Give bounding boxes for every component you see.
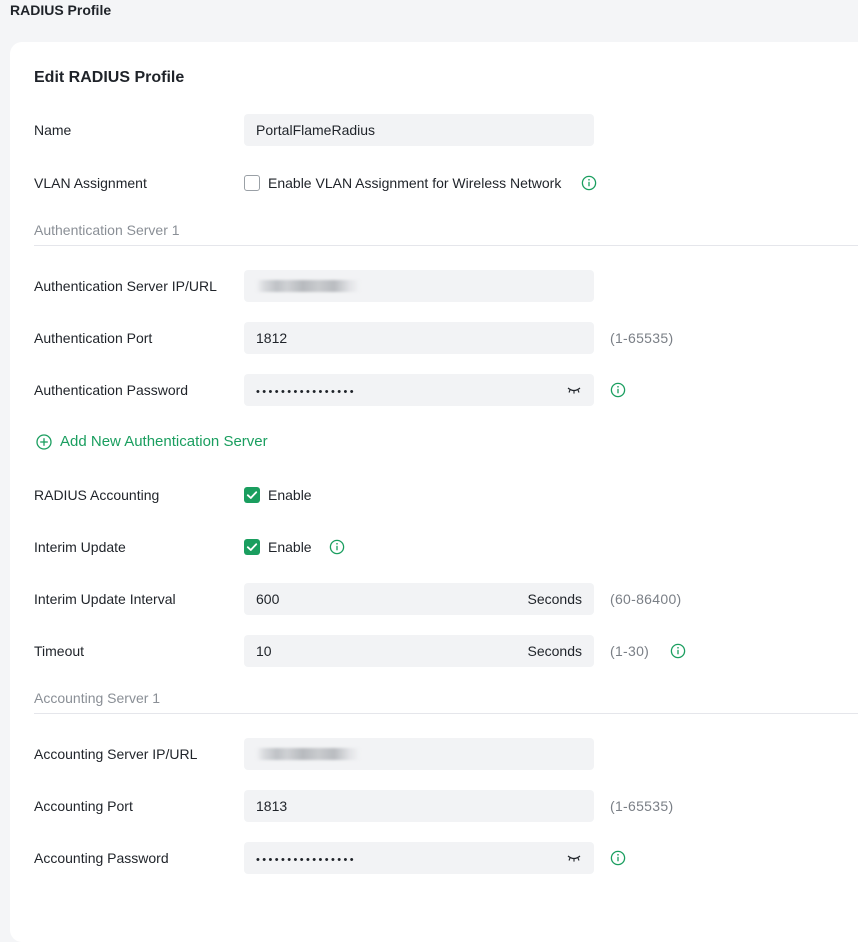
acct-password-row: Accounting Password •••••••••••••••• <box>10 842 858 874</box>
vlan-assignment-label: VLAN Assignment <box>34 175 147 191</box>
auth-port-range: (1-65535) <box>610 330 674 346</box>
timeout-row: Timeout 10 Seconds (1-30) <box>10 635 858 667</box>
vlan-assignment-checkbox[interactable] <box>244 175 260 191</box>
eye-closed-icon[interactable] <box>566 384 582 396</box>
auth-port-label: Authentication Port <box>34 330 153 346</box>
vlan-assignment-checkbox-label[interactable]: Enable VLAN Assignment for Wireless Netw… <box>268 167 561 199</box>
redacted-value <box>256 748 360 760</box>
interim-update-row: Interim Update Enable <box>10 531 858 563</box>
name-row: Name PortalFlameRadius <box>10 114 858 146</box>
auth-password-input[interactable]: •••••••••••••••• <box>244 374 594 406</box>
acct-section-divider <box>34 713 858 714</box>
checkmark-icon <box>246 491 258 499</box>
interim-update-interval-unit: Seconds <box>527 591 582 607</box>
eye-closed-icon[interactable] <box>566 852 582 864</box>
auth-port-input[interactable]: 1812 <box>244 322 594 354</box>
radius-accounting-row: RADIUS Accounting Enable <box>10 479 858 511</box>
auth-server-ip-input[interactable] <box>244 270 594 302</box>
add-auth-server-label: Add New Authentication Server <box>60 433 268 450</box>
interim-update-interval-label: Interim Update Interval <box>34 591 176 607</box>
checkmark-icon <box>246 543 258 551</box>
auth-server-ip-label: Authentication Server IP/URL <box>34 278 217 294</box>
interim-update-interval-row: Interim Update Interval 600 Seconds (60-… <box>10 583 858 615</box>
radius-accounting-checkbox-label[interactable]: Enable <box>268 479 312 511</box>
timeout-label: Timeout <box>34 643 85 659</box>
auth-password-label: Authentication Password <box>34 382 189 398</box>
interim-update-interval-value: 600 <box>256 591 280 607</box>
acct-section-title: Accounting Server 1 <box>34 690 161 706</box>
acct-port-range: (1-65535) <box>610 798 674 814</box>
timeout-value: 10 <box>256 643 272 659</box>
add-auth-server-button[interactable]: Add New Authentication Server <box>36 426 268 458</box>
redacted-value <box>256 280 360 292</box>
radius-accounting-label: RADIUS Accounting <box>34 487 160 503</box>
acct-password-value: •••••••••••••••• <box>256 854 357 866</box>
acct-port-label: Accounting Port <box>34 798 133 814</box>
name-input[interactable]: PortalFlameRadius <box>244 114 594 146</box>
info-circle-icon[interactable] <box>581 175 597 191</box>
acct-server-ip-row: Accounting Server IP/URL <box>10 738 858 770</box>
auth-section-title: Authentication Server 1 <box>34 222 180 238</box>
info-circle-icon[interactable] <box>610 850 626 866</box>
radius-accounting-checkbox[interactable] <box>244 487 260 503</box>
page-title: RADIUS Profile <box>10 2 112 18</box>
info-circle-icon[interactable] <box>610 382 626 398</box>
acct-password-label: Accounting Password <box>34 850 169 866</box>
interim-update-interval-input[interactable]: 600 Seconds <box>244 583 594 615</box>
auth-password-row: Authentication Password •••••••••••••••• <box>10 374 858 406</box>
auth-password-value: •••••••••••••••• <box>256 386 357 398</box>
acct-port-input[interactable]: 1813 <box>244 790 594 822</box>
acct-password-input[interactable]: •••••••••••••••• <box>244 842 594 874</box>
timeout-range: (1-30) <box>610 643 650 659</box>
vlan-assignment-row: VLAN Assignment Enable VLAN Assignment f… <box>10 167 858 199</box>
auth-port-row: Authentication Port 1812 (1-65535) <box>10 322 858 354</box>
interim-update-checkbox[interactable] <box>244 539 260 555</box>
form-title: Edit RADIUS Profile <box>34 69 185 86</box>
interim-update-checkbox-label[interactable]: Enable <box>268 531 312 563</box>
name-label: Name <box>34 122 72 138</box>
edit-radius-profile-card: Edit RADIUS Profile Name PortalFlameRadi… <box>10 42 858 942</box>
interim-update-label: Interim Update <box>34 539 126 555</box>
acct-server-ip-label: Accounting Server IP/URL <box>34 746 198 762</box>
acct-server-ip-input[interactable] <box>244 738 594 770</box>
timeout-input[interactable]: 10 Seconds <box>244 635 594 667</box>
add-auth-server-row: Add New Authentication Server <box>10 426 858 458</box>
auth-server-ip-row: Authentication Server IP/URL <box>10 270 858 302</box>
plus-circle-icon <box>36 434 52 450</box>
timeout-unit: Seconds <box>527 643 582 659</box>
info-circle-icon[interactable] <box>329 539 345 555</box>
auth-section-divider <box>34 245 858 246</box>
interim-update-interval-range: (60-86400) <box>610 591 682 607</box>
acct-port-row: Accounting Port 1813 (1-65535) <box>10 790 858 822</box>
info-circle-icon[interactable] <box>670 643 686 659</box>
